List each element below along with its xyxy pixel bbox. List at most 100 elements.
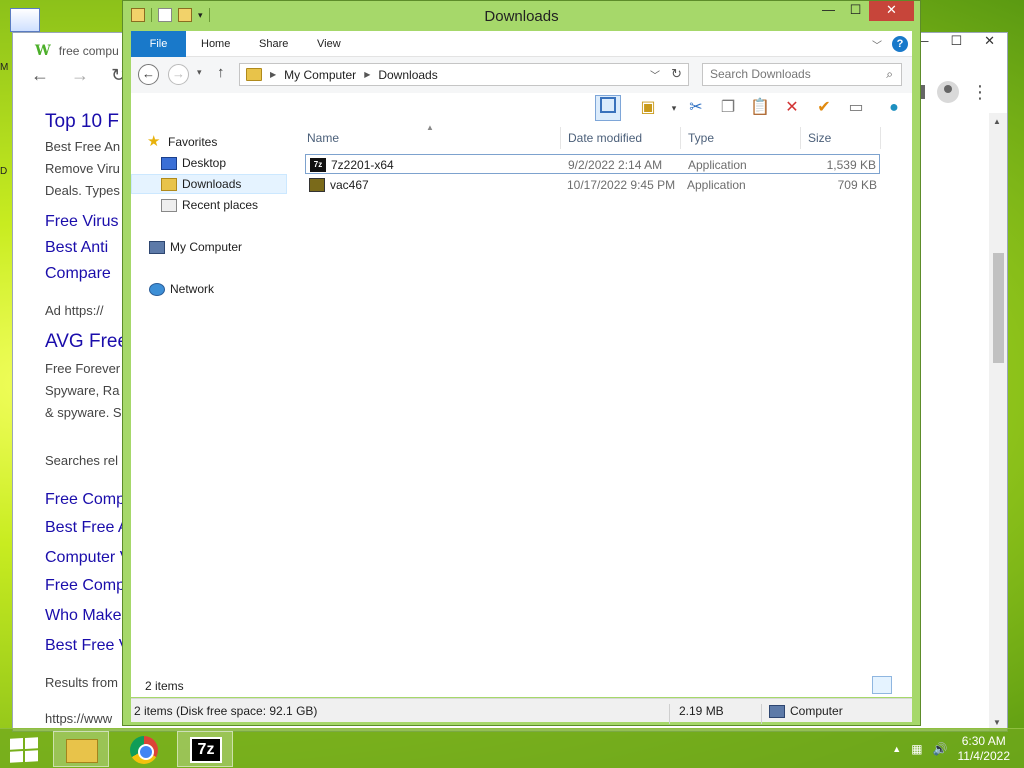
- paste-icon[interactable]: 📋: [747, 95, 773, 121]
- up-icon[interactable]: ↑: [217, 64, 225, 81]
- file-row[interactable]: 7z 7z2201-x64 9/2/2022 2:14 AM Applicati…: [305, 154, 880, 174]
- preview-pane-button[interactable]: [595, 95, 621, 121]
- help-icon[interactable]: ?: [892, 36, 908, 52]
- nav-recent-places[interactable]: Recent places: [161, 195, 317, 215]
- status-bar: 2 items (Disk free space: 92.1 GB) 2.19 …: [131, 698, 912, 724]
- computer-icon: [149, 240, 165, 254]
- column-date-modified[interactable]: Date modified: [568, 127, 642, 149]
- result-text: Remove Viru: [45, 161, 120, 176]
- details-view-button[interactable]: [872, 676, 892, 694]
- profile-avatar[interactable]: [937, 81, 959, 103]
- copy-icon[interactable]: ❐: [715, 95, 741, 121]
- nav-downloads[interactable]: Downloads: [131, 174, 287, 194]
- column-type[interactable]: Type: [688, 127, 714, 149]
- tab-share[interactable]: Share: [259, 31, 288, 57]
- back-button[interactable]: ←: [138, 64, 159, 85]
- delete-icon[interactable]: ✕: [779, 95, 805, 121]
- close-icon[interactable]: ✕: [984, 33, 995, 49]
- close-button[interactable]: ✕: [869, 1, 914, 21]
- item-count: 2 items: [145, 679, 184, 693]
- browser-tab[interactable]: W free compu: [35, 43, 119, 59]
- taskbar-chrome[interactable]: [115, 731, 171, 767]
- properties-icon[interactable]: ▭: [843, 95, 869, 121]
- internet-icon[interactable]: ●: [881, 95, 907, 121]
- result-link[interactable]: Who Make: [45, 607, 121, 625]
- result-link[interactable]: Free Virus: [45, 213, 119, 231]
- result-text: & spyware. S: [45, 405, 122, 420]
- result-link[interactable]: Best Free A: [45, 519, 129, 537]
- result-text: Results from: [45, 675, 118, 690]
- nav-network[interactable]: Network: [149, 279, 305, 299]
- result-link[interactable]: Computer V: [45, 549, 130, 567]
- expand-ribbon-icon[interactable]: ﹀: [872, 37, 882, 52]
- 7z-icon: 7z: [310, 158, 326, 172]
- network-status-icon[interactable]: ▦: [911, 742, 922, 756]
- file-size: 709 KB: [837, 178, 877, 192]
- result-link[interactable]: Best Free V: [45, 637, 129, 655]
- page-scrollbar[interactable]: ▲ ▼: [989, 113, 1007, 731]
- column-name[interactable]: Name: [307, 127, 339, 149]
- address-bar[interactable]: ▶ My Computer ▶ Downloads ﹀ ↻: [239, 63, 689, 86]
- volume-icon[interactable]: 🔊: [933, 742, 948, 756]
- result-text: Ad https://: [45, 303, 104, 318]
- tab-file[interactable]: File: [131, 31, 186, 57]
- rename-icon[interactable]: ✔: [811, 95, 837, 121]
- result-link[interactable]: Free Comp: [45, 577, 125, 595]
- sort-ascending-icon: ▲: [426, 123, 434, 132]
- large-icons-view-button[interactable]: [892, 676, 912, 694]
- search-icon: ⌕: [886, 67, 893, 81]
- refresh-icon[interactable]: ↻: [671, 66, 682, 82]
- desktop-computer-icon[interactable]: [10, 8, 40, 32]
- result-link[interactable]: Free Comp: [45, 491, 125, 509]
- start-button[interactable]: [10, 737, 38, 763]
- nav-favorites[interactable]: ★ Favorites: [147, 132, 303, 152]
- result-link[interactable]: Best Anti: [45, 239, 108, 257]
- breadcrumb-downloads[interactable]: Downloads: [378, 68, 437, 82]
- taskbar-7zip[interactable]: 7z: [177, 731, 233, 767]
- result-link[interactable]: AVG Free: [45, 331, 128, 353]
- chrome-icon: [130, 736, 158, 764]
- navigation-pane: ★ Favorites Desktop Downloads Recent pla…: [131, 123, 291, 671]
- minimize-button[interactable]: —: [815, 1, 842, 21]
- back-icon[interactable]: ←: [31, 65, 49, 86]
- result-text: Free Forever: [45, 361, 121, 376]
- taskbar-file-explorer[interactable]: [53, 731, 109, 767]
- network-icon: [149, 282, 165, 296]
- status-summary: 2 items (Disk free space: 92.1 GB): [134, 704, 318, 718]
- result-text: https://www: [45, 711, 113, 726]
- recent-locations-icon[interactable]: ▾: [197, 67, 202, 78]
- file-size: 1,539 KB: [826, 158, 876, 172]
- show-hidden-icons-icon[interactable]: ▲: [892, 744, 901, 754]
- result-text: Searches rel: [45, 453, 118, 468]
- forward-icon[interactable]: →: [71, 65, 89, 86]
- status-size: 2.19 MB: [679, 704, 724, 718]
- file-explorer-icon: [66, 739, 98, 763]
- clock[interactable]: 6:30 AM 11/4/2022: [958, 734, 1011, 764]
- result-link[interactable]: Top 10 F: [45, 111, 119, 133]
- tab-favicon-icon: W: [35, 43, 51, 59]
- organize-folder-icon[interactable]: ▣: [635, 95, 661, 121]
- tab-view[interactable]: View: [317, 31, 341, 57]
- result-text: Deals. Types: [45, 183, 120, 198]
- tab-title: free compu: [58, 44, 119, 58]
- status-location: Computer: [790, 704, 843, 718]
- address-dropdown-icon[interactable]: ﹀: [650, 67, 660, 82]
- maximize-icon[interactable]: ☐: [950, 33, 962, 49]
- breadcrumb-my-computer[interactable]: My Computer: [284, 68, 356, 82]
- nav-desktop[interactable]: Desktop: [161, 153, 317, 173]
- file-row[interactable]: vac467 10/17/2022 9:45 PM Application 70…: [305, 175, 880, 195]
- menu-icon[interactable]: ⋮: [971, 82, 989, 103]
- cut-icon[interactable]: ✂: [683, 95, 709, 121]
- search-input[interactable]: Search Downloads ⌕: [702, 63, 902, 86]
- tab-home[interactable]: Home: [201, 31, 230, 57]
- column-size[interactable]: Size: [808, 127, 831, 149]
- forward-button[interactable]: →: [168, 64, 189, 85]
- clock-time: 6:30 AM: [961, 734, 1006, 748]
- nav-my-computer[interactable]: My Computer: [149, 237, 305, 257]
- recent-places-icon: [161, 198, 177, 212]
- file-name: 7z2201-x64: [331, 158, 394, 172]
- 7zip-icon: 7z: [190, 737, 222, 763]
- result-link[interactable]: Compare: [45, 265, 111, 283]
- result-text: Best Free An: [45, 139, 121, 154]
- maximize-button[interactable]: ☐: [842, 1, 869, 21]
